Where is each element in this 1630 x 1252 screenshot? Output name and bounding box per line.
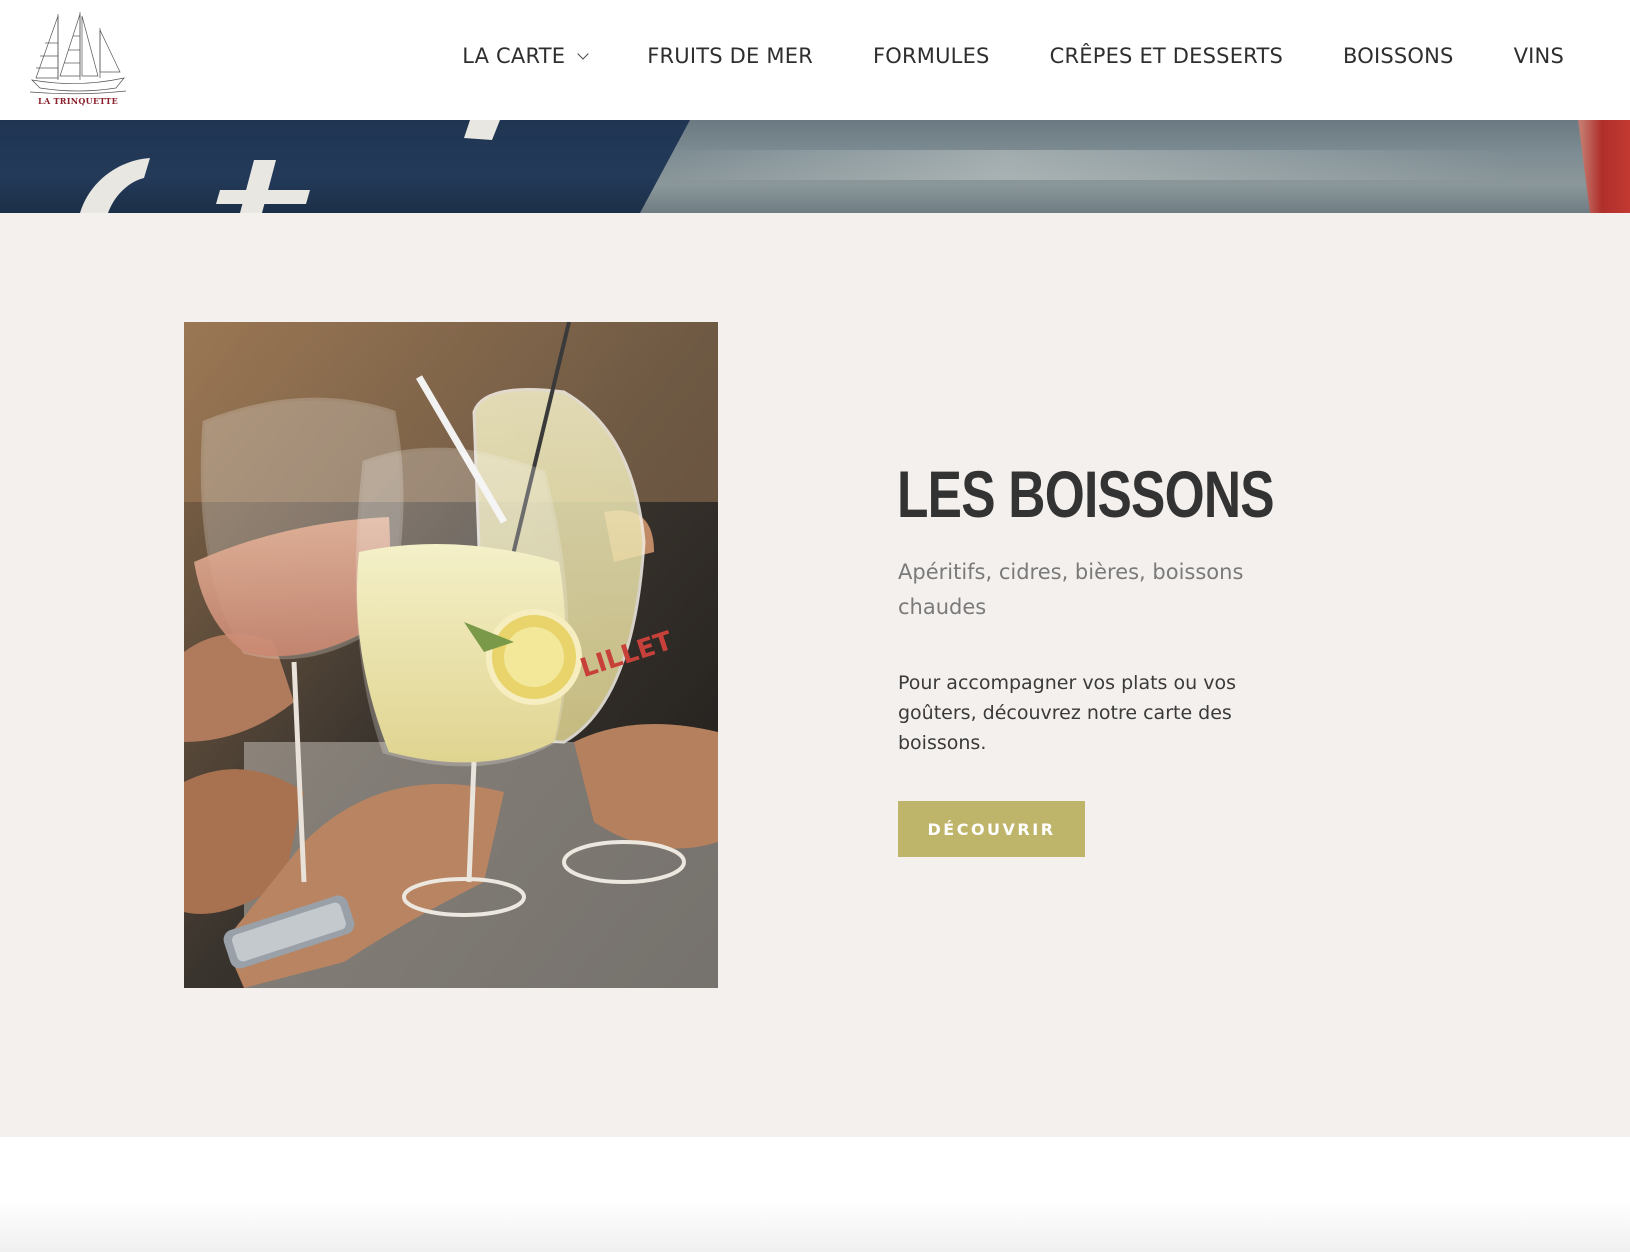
boissons-section: LILLET LES BOISSONS Apéritifs, cidres, b… — [0, 213, 1630, 1137]
sailboat-logo-icon — [29, 12, 127, 95]
nav-item-crepes-et-desserts[interactable]: CRÊPES ET DESSERTS — [1050, 44, 1283, 68]
red-boat-edge — [1578, 120, 1630, 213]
site-header: LA TRINQUETTE LA CARTE FRUITS DE MER FOR… — [0, 0, 1630, 120]
section-subtitle: Apéritifs, cidres, bières, boissons chau… — [898, 560, 1244, 619]
nav-label-la-carte: LA CARTE — [462, 44, 566, 68]
next-section — [0, 1137, 1630, 1252]
water-reflection — [660, 150, 1520, 180]
nav-item-formules[interactable]: FORMULES — [873, 44, 990, 68]
decouvrir-button[interactable]: DÉCOUVRIR — [898, 801, 1085, 857]
cocktail-photo: LILLET — [184, 322, 718, 988]
nav-item-fruits-de-mer[interactable]: FRUITS DE MER — [647, 44, 813, 68]
section-title: LES BOISSONS — [897, 457, 1275, 531]
hero-banner-image — [0, 120, 1630, 213]
site-logo[interactable]: LA TRINQUETTE — [28, 8, 128, 112]
section-description: Pour accompagner vos plats ou vos goûter… — [898, 672, 1236, 754]
cocktail-glasses-image: LILLET — [184, 322, 718, 988]
logo-text: LA TRINQUETTE — [38, 96, 118, 106]
nav-item-boissons[interactable]: BOISSONS — [1343, 44, 1454, 68]
hull-number-graphic — [80, 120, 500, 213]
main-nav: LA CARTE FRUITS DE MER FORMULES CRÊPES E… — [462, 44, 1564, 68]
nav-item-la-carte[interactable]: LA CARTE — [462, 44, 589, 68]
chevron-down-icon — [577, 48, 589, 60]
nav-item-vins[interactable]: VINS — [1514, 44, 1564, 68]
